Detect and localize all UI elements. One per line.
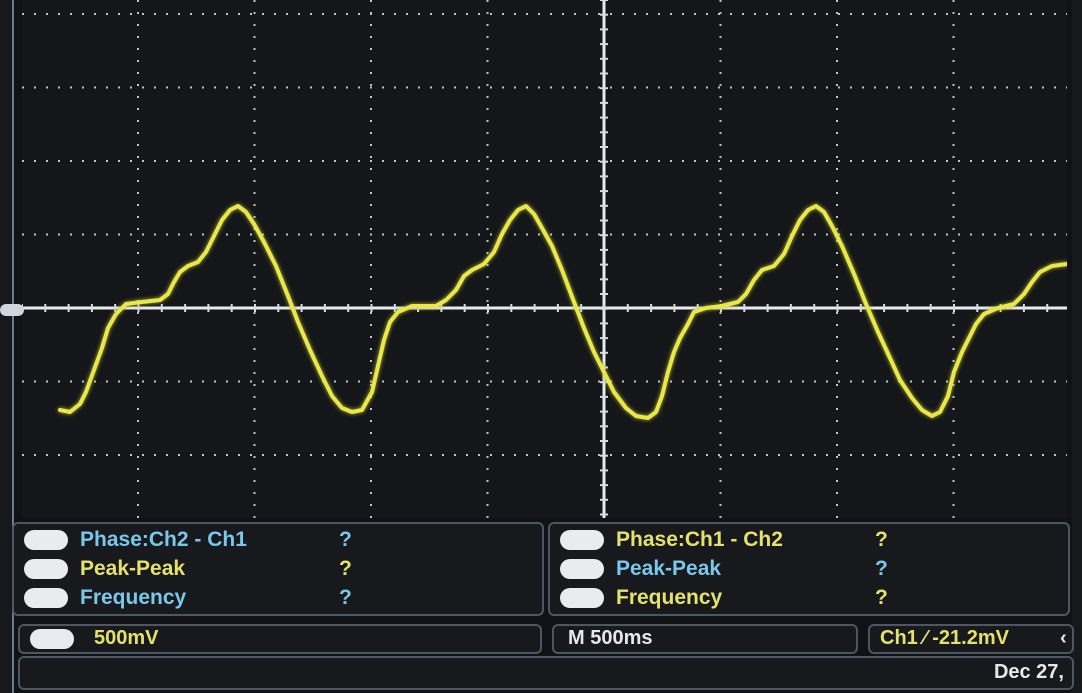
trigger-arrow-icon: ‹ <box>1060 627 1067 649</box>
measurement-label: Phase:Ch2 - Ch1 <box>80 528 247 551</box>
ch1-waveform <box>58 204 1067 420</box>
measurement-value: ? <box>875 557 888 580</box>
waveform-grid <box>22 0 1067 518</box>
timebase: M 500ms <box>568 627 653 649</box>
measurement-panel-left: Phase:Ch2 - Ch1 ? Peak-Peak ? Frequency … <box>12 522 544 616</box>
measurement-row[interactable]: Frequency ? <box>14 584 534 612</box>
measurement-toggle-icon[interactable] <box>24 588 68 608</box>
date-bar: Dec 27, <box>18 656 1074 690</box>
measurement-value: ? <box>339 586 352 609</box>
measurement-toggle-icon[interactable] <box>560 588 604 608</box>
measurement-value: ? <box>875 586 888 609</box>
measurement-toggle-icon[interactable] <box>24 530 68 550</box>
measurement-row[interactable]: Frequency ? <box>550 584 1060 612</box>
measurement-value: ? <box>875 528 888 551</box>
measurement-toggle-icon[interactable] <box>560 559 604 579</box>
measurement-label: Frequency <box>616 586 723 609</box>
ground-marker-icon <box>0 304 24 316</box>
trigger-box[interactable]: Ch1 ⁄ -21.2mV ‹ <box>868 624 1074 654</box>
waveform-display <box>22 0 1067 518</box>
measurement-label: Phase:Ch1 - Ch2 <box>616 528 783 551</box>
trigger-readout: Ch1 ⁄ -21.2mV <box>880 627 1009 649</box>
measurement-row[interactable]: Phase:Ch1 - Ch2 ? <box>550 526 1060 554</box>
measurement-toggle-icon[interactable] <box>24 559 68 579</box>
date: Dec 27, <box>993 661 1064 683</box>
measurement-label: Peak-Peak <box>80 557 186 580</box>
measurement-row[interactable]: Peak-Peak ? <box>550 555 1060 583</box>
measurement-toggle-icon[interactable] <box>560 530 604 550</box>
ch1-indicator-icon <box>30 629 74 649</box>
measurement-value: ? <box>339 528 352 551</box>
ch1-scale-box[interactable]: 500mV <box>18 624 542 654</box>
measurement-label: Peak-Peak <box>616 557 722 580</box>
measurement-panel-right: Phase:Ch1 - Ch2 ? Peak-Peak ? Frequency … <box>548 522 1070 616</box>
measurement-label: Frequency <box>80 586 187 609</box>
measurement-row[interactable]: Phase:Ch2 - Ch1 ? <box>14 526 534 554</box>
timebase-box[interactable]: M 500ms <box>552 624 858 654</box>
measurement-row[interactable]: Peak-Peak ? <box>14 555 534 583</box>
measurement-value: ? <box>339 557 352 580</box>
ch1-scale: 500mV <box>94 627 159 649</box>
